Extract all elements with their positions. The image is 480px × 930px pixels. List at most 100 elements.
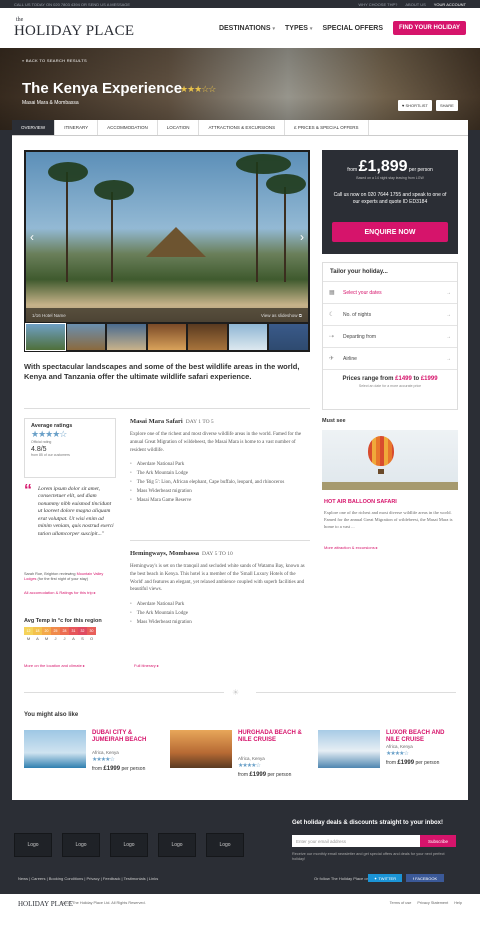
thumbnail[interactable] [107,324,146,350]
departing-from-field[interactable]: ⇢ Departing from → [323,325,457,347]
page-subtitle: Masai Mara & Mombassa [22,100,79,106]
call-us-text: CALL US TODAY ON 020 7803 4394 OR SEND U… [14,1,131,7]
back-to-results-link[interactable]: « BACK TO SEARCH RESULTS [22,58,87,63]
twitter-button[interactable]: ✦ TWITTER [368,874,402,882]
photo-gallery: ‹ › 1/16 Hotel Name View as slideshow ⧉ [24,150,310,352]
more-location-link[interactable]: More on the location and climate ▸ [24,663,85,668]
list-item: Aberdare National Park [130,600,310,609]
thumbnail[interactable] [269,324,309,350]
customer-quote: “ Lorem ipsum dolor sit amet, consectetu… [24,482,114,537]
tab-prices[interactable]: £ PRICES & SPECIAL OFFERS [285,120,369,135]
nav-types[interactable]: TYPES ▾ [285,25,312,32]
related-holiday-card[interactable]: HURGHADA BEACH & NILE CRUISE Africa, Ken… [170,730,310,780]
site-header: the HOLIDAY PLACE DESTINATIONS ▾ TYPES ▾… [0,8,480,48]
photo-caption: 1/16 Hotel Name View as slideshow ⧉ [26,308,308,322]
nav-destinations[interactable]: DESTINATIONS ▾ [219,25,275,32]
must-see-section: Must see [322,418,346,424]
month-label: O [89,636,94,641]
balloon-image[interactable] [322,430,458,490]
month-label: J [54,636,57,641]
tab-location[interactable]: LOCATION [158,120,200,135]
sun-icon: ☀ [232,688,240,697]
month-label: M [26,636,31,641]
month-label: A [72,636,75,641]
list-item: The 'Big 5': Lion, African elephant, Cap… [130,478,310,487]
partner-logo[interactable]: Logo [110,833,148,857]
temp-cell: 30 [87,627,96,635]
related-holiday-card[interactable]: DUBAI CITY & JUMEIRAH BEACH Africa, Keny… [24,730,164,780]
hero-banner: « BACK TO SEARCH RESULTS The Kenya Exper… [0,48,480,130]
reviewer-info: Sarah Roe, Brighton reviewing Mountain V… [24,572,104,582]
temp-cell: 25 [51,627,60,635]
thumbnail[interactable] [147,324,187,350]
select-dates-field[interactable]: ▦ Select your dates → [323,281,457,303]
terms-link[interactable]: Terms of use [390,901,412,905]
top-utility-bar: CALL US TODAY ON 020 7803 4394 OR SEND U… [0,0,480,8]
intro-text: With spectacular landscapes and some of … [24,362,300,382]
you-might-also-like-heading: You might also like [24,712,79,718]
holiday-image [24,730,86,768]
nav-special-offers[interactable]: SPECIAL OFFERS [322,25,383,32]
must-see-title[interactable]: HOT AIR BALLOON SAFARI [324,499,397,505]
all-accommodation-link[interactable]: All accomodation & Ratings for this trip… [24,590,116,596]
twitter-icon: ✦ [373,875,378,881]
partner-logo[interactable]: Logo [206,833,244,857]
why-choose-link[interactable]: WHY CHOOSE THP? [358,2,397,7]
list-item: The Ark Mountain Lodge [130,609,310,618]
star-rating: ★★★☆☆ [180,84,216,94]
your-account-link[interactable]: YOUR ACCOUNT [434,2,466,7]
chevron-down-icon: ▾ [272,25,276,32]
share-button[interactable]: SHARE [436,100,458,111]
airline-field[interactable]: ✈ Airline → [323,347,457,369]
view-slideshow-link[interactable]: View as slideshow ⧉ [261,313,302,318]
month-label: M [44,636,49,641]
partner-logo[interactable]: Logo [62,833,100,857]
price: £1,899 [358,158,408,175]
month-label: A [36,636,39,641]
month-label: S [81,636,84,641]
tab-itinerary[interactable]: ITINERARY [55,120,99,135]
site-logo[interactable]: the HOLIDAY PLACE [14,17,134,39]
enquire-now-button[interactable]: ENQUIRE NOW [332,222,448,242]
subscribe-button[interactable]: Subscribe [420,835,456,847]
list-item: Mass Widerbeast migration [130,487,310,496]
temp-cell: 12 [24,627,33,635]
tab-accommodation[interactable]: ACCOMMODATION [98,120,158,135]
temp-cell: 31 [69,627,78,635]
newsletter-heading: Get holiday deals & discounts straight t… [292,820,444,826]
slideshow-icon: ⧉ [298,312,302,318]
more-attractions-link[interactable]: More attraction & excursions ▸ [324,545,378,550]
copyright: ©2012 The Holiday Place Ltd. All Rights … [60,901,146,905]
find-your-holiday-button[interactable]: FIND YOUR HOLIDAY [392,21,466,35]
thumbnail[interactable] [188,324,227,350]
facebook-button[interactable]: f FACEBOOK [406,874,444,882]
related-holiday-card[interactable]: LUXOR BEACH AND NILE CRUISE Africa, Keny… [318,730,458,780]
rating-stars: ★★★★☆ [238,763,261,769]
tab-overview[interactable]: OVERVIEW [12,120,56,135]
shortlist-button[interactable]: ♥ SHORTLIST [398,100,432,111]
nights-field[interactable]: ☾ No. of nights → [323,303,457,325]
thumbnail[interactable] [66,324,106,350]
arrow-right-icon: → [446,333,451,340]
newsletter-email-input[interactable]: Enter your email address [292,835,420,847]
thumbnail[interactable] [25,323,66,351]
help-link[interactable]: Help [454,901,462,905]
about-link[interactable]: ABOUT US [405,2,425,7]
footer-links[interactable]: News | Careers | Booking Conditions | Pr… [18,876,158,881]
full-itinerary-link[interactable]: Full itinerary ▸ [134,663,159,668]
plane-icon: ✈ [329,356,335,362]
legal-links: Terms of use Privacy Statement Help [390,901,462,905]
month-label: J [63,636,66,641]
tab-attractions[interactable]: ATTRACTIONS & EXCURSIONS [199,120,286,135]
gallery-prev-arrow-icon[interactable]: ‹ [30,230,34,244]
partner-logo[interactable]: Logo [14,833,52,857]
gallery-next-arrow-icon[interactable]: › [300,230,304,244]
chevron-down-icon: ▾ [309,25,313,32]
privacy-link[interactable]: Privacy Statement [417,901,448,905]
newsletter-note: Receive our monthly email newsletter and… [292,852,445,862]
partner-logo[interactable]: Logo [158,833,196,857]
thumbnail[interactable] [228,324,268,350]
temp-cell: 32 [78,627,87,635]
holiday-image [170,730,232,768]
arrow-right-icon: → [446,355,451,362]
